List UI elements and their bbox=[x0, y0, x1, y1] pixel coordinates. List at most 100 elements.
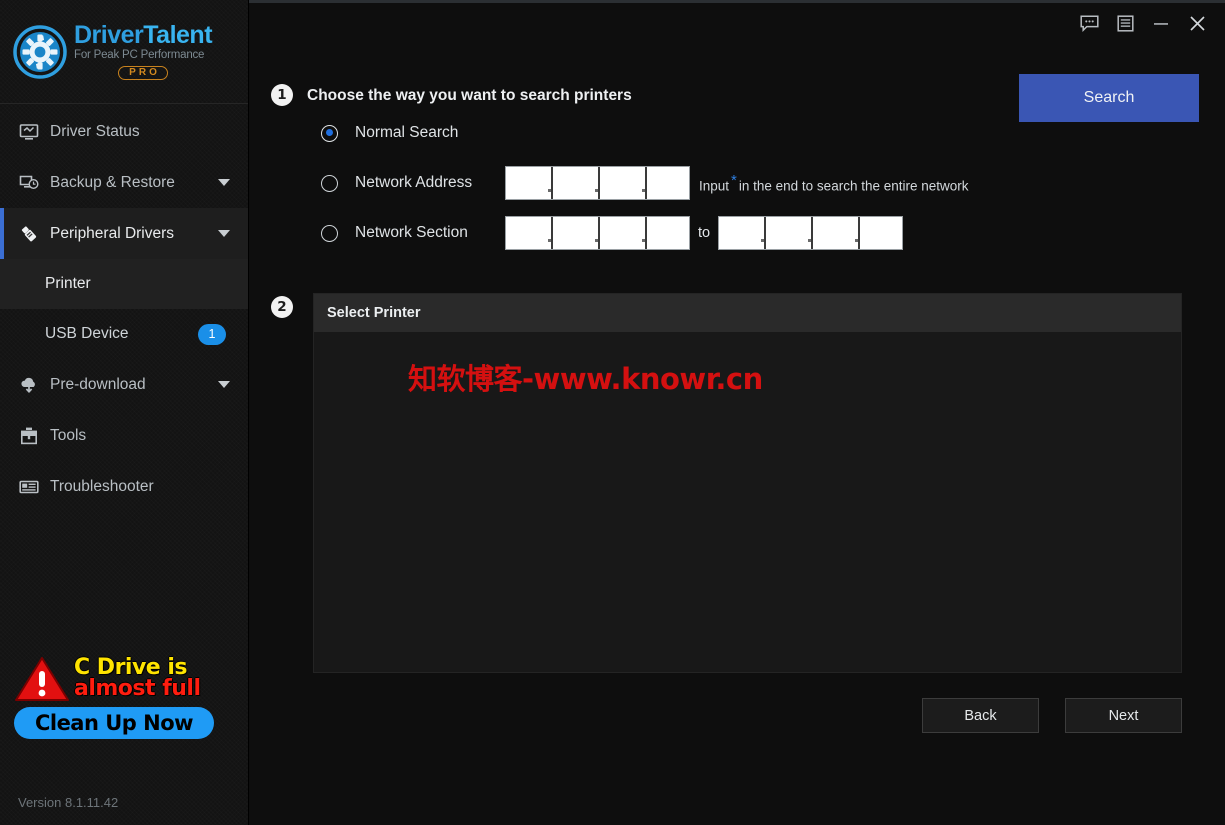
sidebar-item-printer[interactable]: Printer bbox=[0, 259, 248, 309]
select-printer-panel: Select Printer 知软博客-www.knowr.cn bbox=[313, 293, 1182, 673]
ip-dot-separator bbox=[761, 217, 765, 249]
brand-tagline: For Peak PC Performance bbox=[74, 49, 205, 62]
network-section-from-octet-2[interactable] bbox=[553, 217, 595, 249]
c-drive-cleanup-ad[interactable]: C Drive is almost full Clean Up Now bbox=[14, 655, 222, 739]
network-section-from-octet-4[interactable] bbox=[647, 217, 689, 249]
brand-word-driver: Driver bbox=[74, 21, 144, 50]
titlebar bbox=[1071, 3, 1225, 43]
app-logo: DriverTalent For Peak PC Performance PRO bbox=[0, 0, 248, 104]
chevron-down-icon[interactable] bbox=[218, 381, 230, 388]
list-menu-icon bbox=[1116, 14, 1134, 32]
pro-badge: PRO bbox=[118, 65, 168, 80]
ip-dot-separator bbox=[855, 217, 859, 249]
option-label: Network Section bbox=[355, 224, 468, 241]
hint-prefix: Input bbox=[699, 178, 730, 194]
usb-stick-icon bbox=[18, 223, 40, 245]
search-button[interactable]: Search bbox=[1019, 74, 1199, 122]
network-section-to-octet-4[interactable] bbox=[860, 217, 903, 249]
gear-logo-icon bbox=[12, 24, 68, 80]
sidebar-item-label: Tools bbox=[50, 426, 87, 444]
radio-network-address[interactable] bbox=[321, 174, 338, 192]
printer-list[interactable]: 知软博客-www.knowr.cn bbox=[314, 332, 1181, 672]
ip-dot-separator bbox=[595, 167, 598, 199]
clean-up-now-button[interactable]: Clean Up Now bbox=[14, 707, 214, 739]
warning-triangle-icon bbox=[14, 655, 70, 703]
network-section-to-group[interactable] bbox=[718, 216, 904, 250]
network-section-to-octet-2[interactable] bbox=[766, 217, 809, 249]
network-address-octet-3[interactable] bbox=[600, 167, 642, 199]
ip-dot-separator bbox=[642, 217, 645, 249]
back-button[interactable]: Back bbox=[922, 698, 1039, 733]
sidebar-item-label: Backup & Restore bbox=[50, 173, 175, 191]
hint-suffix: in the end to search the entire network bbox=[738, 178, 969, 194]
sidebar-nav: Driver Status Backup & Restore Periphera… bbox=[0, 104, 248, 512]
ip-dot-separator bbox=[548, 217, 551, 249]
ad-line-2: almost full bbox=[74, 676, 201, 701]
sidebar-subitem-label: Printer bbox=[45, 275, 91, 292]
main-area: 1 Choose the way you want to search prin… bbox=[249, 0, 1225, 825]
sidebar-item-troubleshooter[interactable]: Troubleshooter bbox=[0, 461, 248, 512]
close-button[interactable] bbox=[1179, 6, 1215, 40]
sidebar-item-driver-status[interactable]: Driver Status bbox=[0, 106, 248, 157]
toolbox-icon bbox=[18, 425, 40, 447]
sidebar-item-tools[interactable]: Tools bbox=[0, 410, 248, 461]
chevron-down-icon[interactable] bbox=[218, 179, 230, 186]
sidebar-item-usb-device[interactable]: USB Device 1 bbox=[0, 309, 248, 359]
ad-warning-row: C Drive is almost full bbox=[14, 655, 222, 703]
minimize-icon bbox=[1152, 15, 1170, 32]
sidebar-item-label: Peripheral Drivers bbox=[50, 224, 175, 242]
usb-device-count-badge: 1 bbox=[198, 323, 226, 345]
version-label: Version 8.1.11.42 bbox=[18, 795, 119, 810]
monitor-icon bbox=[18, 121, 40, 143]
page-title: Choose the way you want to search printe… bbox=[307, 87, 632, 104]
option-label: Normal Search bbox=[355, 124, 459, 141]
network-section-to-octet-3[interactable] bbox=[813, 217, 856, 249]
next-button[interactable]: Next bbox=[1065, 698, 1182, 733]
minimize-button[interactable] bbox=[1143, 6, 1179, 40]
network-section-from-group[interactable] bbox=[505, 216, 690, 250]
sidebar-item-label: Pre-download bbox=[50, 375, 146, 393]
sidebar-item-label: Troubleshooter bbox=[50, 477, 154, 495]
sidebar: DriverTalent For Peak PC Performance PRO… bbox=[0, 0, 249, 825]
menu-button[interactable] bbox=[1107, 6, 1143, 40]
brand-title: DriverTalent bbox=[74, 21, 213, 50]
chat-bubble-icon bbox=[1079, 14, 1099, 32]
option-row-network-address[interactable]: Network Address Input * in the end to sear… bbox=[321, 166, 969, 200]
content: 1 Choose the way you want to search prin… bbox=[249, 43, 1225, 825]
step-2-badge: 2 bbox=[271, 296, 293, 318]
sidebar-item-label: Driver Status bbox=[50, 122, 140, 140]
sidebar-item-backup-restore[interactable]: Backup & Restore bbox=[0, 157, 248, 208]
network-address-octet-4[interactable] bbox=[647, 167, 689, 199]
ip-dot-separator bbox=[808, 217, 812, 249]
network-address-octet-1[interactable] bbox=[506, 167, 548, 199]
network-address-input-group[interactable] bbox=[505, 166, 690, 200]
option-label: Network Address bbox=[355, 174, 473, 191]
troubleshoot-icon bbox=[18, 476, 40, 498]
network-section-from-octet-3[interactable] bbox=[600, 217, 642, 249]
wizard-footer: Back Next bbox=[313, 698, 1182, 733]
chevron-down-icon[interactable] bbox=[218, 230, 230, 237]
network-section-from-octet-1[interactable] bbox=[506, 217, 548, 249]
range-to-label: to bbox=[698, 225, 711, 241]
radio-normal-search[interactable] bbox=[321, 124, 338, 142]
cloud-download-icon bbox=[18, 374, 40, 396]
radio-network-section[interactable] bbox=[321, 224, 338, 242]
close-icon bbox=[1188, 14, 1207, 33]
network-search-hint: Input * in the end to search the entire ne… bbox=[699, 172, 969, 194]
sidebar-item-pre-download[interactable]: Pre-download bbox=[0, 359, 248, 410]
network-section-to-octet-1[interactable] bbox=[719, 217, 762, 249]
ip-dot-separator bbox=[548, 167, 551, 199]
step-1-badge: 1 bbox=[271, 84, 293, 106]
brand-word-talent: Talent bbox=[143, 21, 213, 50]
feedback-button[interactable] bbox=[1071, 6, 1107, 40]
driver-talent-window: DriverTalent For Peak PC Performance PRO… bbox=[0, 0, 1225, 825]
select-printer-title: Select Printer bbox=[314, 294, 1181, 332]
sidebar-item-peripheral-drivers[interactable]: Peripheral Drivers bbox=[0, 208, 248, 259]
option-row-normal-search[interactable]: Normal Search bbox=[321, 118, 458, 148]
backup-clock-icon bbox=[18, 172, 40, 194]
ip-dot-separator bbox=[595, 217, 598, 249]
hint-asterisk: * bbox=[731, 172, 737, 190]
watermark-text: 知软博客-www.knowr.cn bbox=[408, 362, 763, 396]
network-address-octet-2[interactable] bbox=[553, 167, 595, 199]
option-row-network-section[interactable]: Network Section to bbox=[321, 216, 904, 250]
